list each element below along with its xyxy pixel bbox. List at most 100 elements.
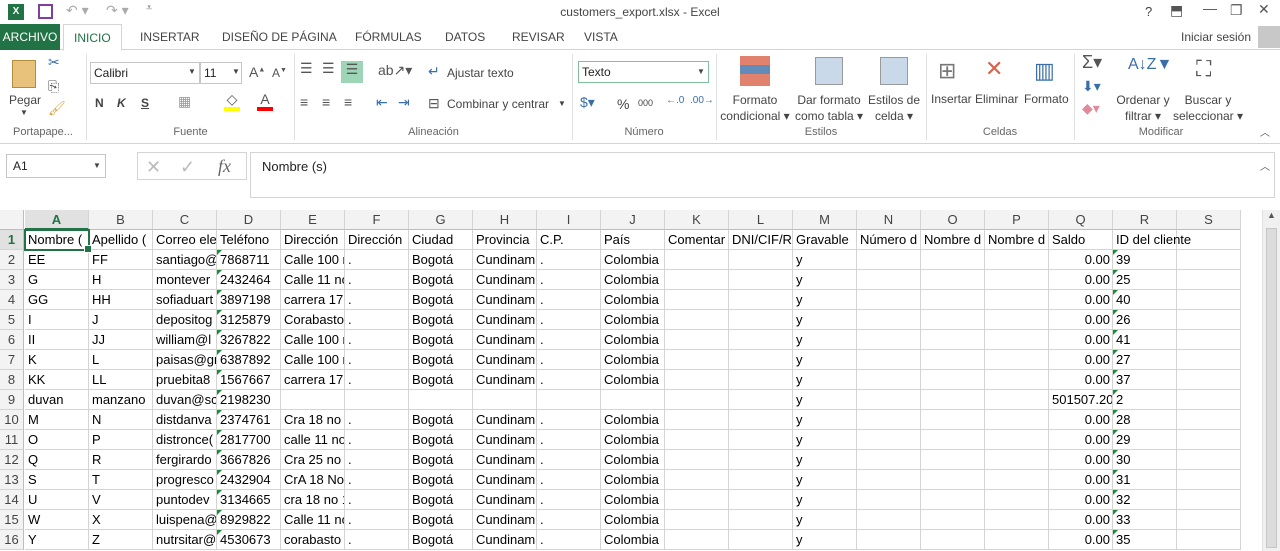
cell-s13[interactable] (1177, 470, 1241, 490)
cell-o3[interactable] (921, 270, 985, 290)
cell-c7[interactable]: paisas@gr (153, 350, 217, 370)
user-avatar[interactable] (1258, 26, 1280, 48)
cell-q13[interactable]: 0.00 (1049, 470, 1113, 490)
cell-f2[interactable]: . (345, 250, 409, 270)
cell-s5[interactable] (1177, 310, 1241, 330)
insert-function-button[interactable]: fx (218, 156, 231, 177)
cell-q6[interactable]: 0.00 (1049, 330, 1113, 350)
cell-h8[interactable]: Cundinam (473, 370, 537, 390)
cell-d9[interactable]: 2198230 (217, 390, 281, 410)
cell-i3[interactable]: . (537, 270, 601, 290)
cell-k11[interactable] (665, 430, 729, 450)
column-header-j[interactable]: J (601, 210, 665, 230)
help-button[interactable]: ? (1145, 4, 1152, 19)
cell-l2[interactable] (729, 250, 793, 270)
cell-p10[interactable] (985, 410, 1049, 430)
cell-h7[interactable]: Cundinam (473, 350, 537, 370)
cell-e7[interactable]: Calle 100 n (281, 350, 345, 370)
cell-a5[interactable]: I (25, 310, 89, 330)
cell-c16[interactable]: nutrsitar@ (153, 530, 217, 550)
cell-p2[interactable] (985, 250, 1049, 270)
cell-h2[interactable]: Cundinam (473, 250, 537, 270)
column-header-p[interactable]: P (985, 210, 1049, 230)
cell-r9[interactable]: 2 (1113, 390, 1177, 410)
cell-j14[interactable]: Colombia (601, 490, 665, 510)
vertical-scrollbar[interactable]: ▲ (1262, 210, 1280, 551)
align-center-icon[interactable]: ≡ (322, 94, 330, 110)
cell-b7[interactable]: L (89, 350, 153, 370)
cell-b9[interactable]: manzano (89, 390, 153, 410)
cell-o1[interactable]: Nombre d (921, 230, 985, 250)
cell-b10[interactable]: N (89, 410, 153, 430)
cell-b1[interactable]: Apellido ( (89, 230, 153, 250)
cell-j6[interactable]: Colombia (601, 330, 665, 350)
cell-i14[interactable]: . (537, 490, 601, 510)
cell-m14[interactable]: y (793, 490, 857, 510)
name-box[interactable]: A1 (6, 154, 106, 178)
row-header[interactable]: 13 (0, 470, 24, 490)
sign-in-link[interactable]: Iniciar sesión (1181, 30, 1251, 44)
cell-b15[interactable]: X (89, 510, 153, 530)
delete-button[interactable]: Eliminar (975, 92, 1018, 106)
cell-n8[interactable] (857, 370, 921, 390)
cell-r2[interactable]: 39 (1113, 250, 1177, 270)
fill-color-icon[interactable]: ◇ (224, 91, 240, 111)
cell-k13[interactable] (665, 470, 729, 490)
cell-e2[interactable]: Calle 100 n (281, 250, 345, 270)
cell-k3[interactable] (665, 270, 729, 290)
cell-d1[interactable]: Teléfono (217, 230, 281, 250)
cell-k12[interactable] (665, 450, 729, 470)
cell-c1[interactable]: Correo ele (153, 230, 217, 250)
cell-b2[interactable]: FF (89, 250, 153, 270)
cell-p5[interactable] (985, 310, 1049, 330)
cell-f3[interactable]: . (345, 270, 409, 290)
cell-p11[interactable] (985, 430, 1049, 450)
cell-c10[interactable]: distdanva (153, 410, 217, 430)
cell-d8[interactable]: 1567667 (217, 370, 281, 390)
cell-m3[interactable]: y (793, 270, 857, 290)
cell-p15[interactable] (985, 510, 1049, 530)
cell-l6[interactable] (729, 330, 793, 350)
column-header-m[interactable]: M (793, 210, 857, 230)
column-header-k[interactable]: K (665, 210, 729, 230)
cell-d11[interactable]: 2817700 (217, 430, 281, 450)
cell-g14[interactable]: Bogotá (409, 490, 473, 510)
cell-r8[interactable]: 37 (1113, 370, 1177, 390)
select-all-corner[interactable] (0, 210, 24, 230)
cell-b14[interactable]: V (89, 490, 153, 510)
cell-j4[interactable]: Colombia (601, 290, 665, 310)
cell-g3[interactable]: Bogotá (409, 270, 473, 290)
cell-l5[interactable] (729, 310, 793, 330)
cell-c5[interactable]: depositog (153, 310, 217, 330)
bold-button[interactable]: N (95, 96, 104, 110)
cell-n1[interactable]: Número d (857, 230, 921, 250)
cell-h11[interactable]: Cundinam (473, 430, 537, 450)
cell-i15[interactable]: . (537, 510, 601, 530)
cell-d4[interactable]: 3897198 (217, 290, 281, 310)
cell-n13[interactable] (857, 470, 921, 490)
cell-d13[interactable]: 2432904 (217, 470, 281, 490)
cell-l10[interactable] (729, 410, 793, 430)
cell-e4[interactable]: carrera 17 (281, 290, 345, 310)
cell-m9[interactable]: y (793, 390, 857, 410)
cell-p6[interactable] (985, 330, 1049, 350)
cell-n16[interactable] (857, 530, 921, 550)
cell-l7[interactable] (729, 350, 793, 370)
cell-f1[interactable]: Dirección (345, 230, 409, 250)
conditional-format-button[interactable]: Formato condicional ▾ (720, 92, 790, 124)
row-header[interactable]: 3 (0, 270, 24, 290)
cell-e11[interactable]: calle 11 no (281, 430, 345, 450)
cell-a11[interactable]: O (25, 430, 89, 450)
row-header[interactable]: 8 (0, 370, 24, 390)
cell-g8[interactable]: Bogotá (409, 370, 473, 390)
row-header[interactable]: 15 (0, 510, 24, 530)
column-header-n[interactable]: N (857, 210, 921, 230)
cell-n5[interactable] (857, 310, 921, 330)
cell-s9[interactable] (1177, 390, 1241, 410)
cell-l8[interactable] (729, 370, 793, 390)
column-header-b[interactable]: B (89, 210, 153, 230)
cell-i8[interactable]: . (537, 370, 601, 390)
row-header[interactable]: 6 (0, 330, 24, 350)
cell-a2[interactable]: EE (25, 250, 89, 270)
cell-c11[interactable]: distronce( (153, 430, 217, 450)
